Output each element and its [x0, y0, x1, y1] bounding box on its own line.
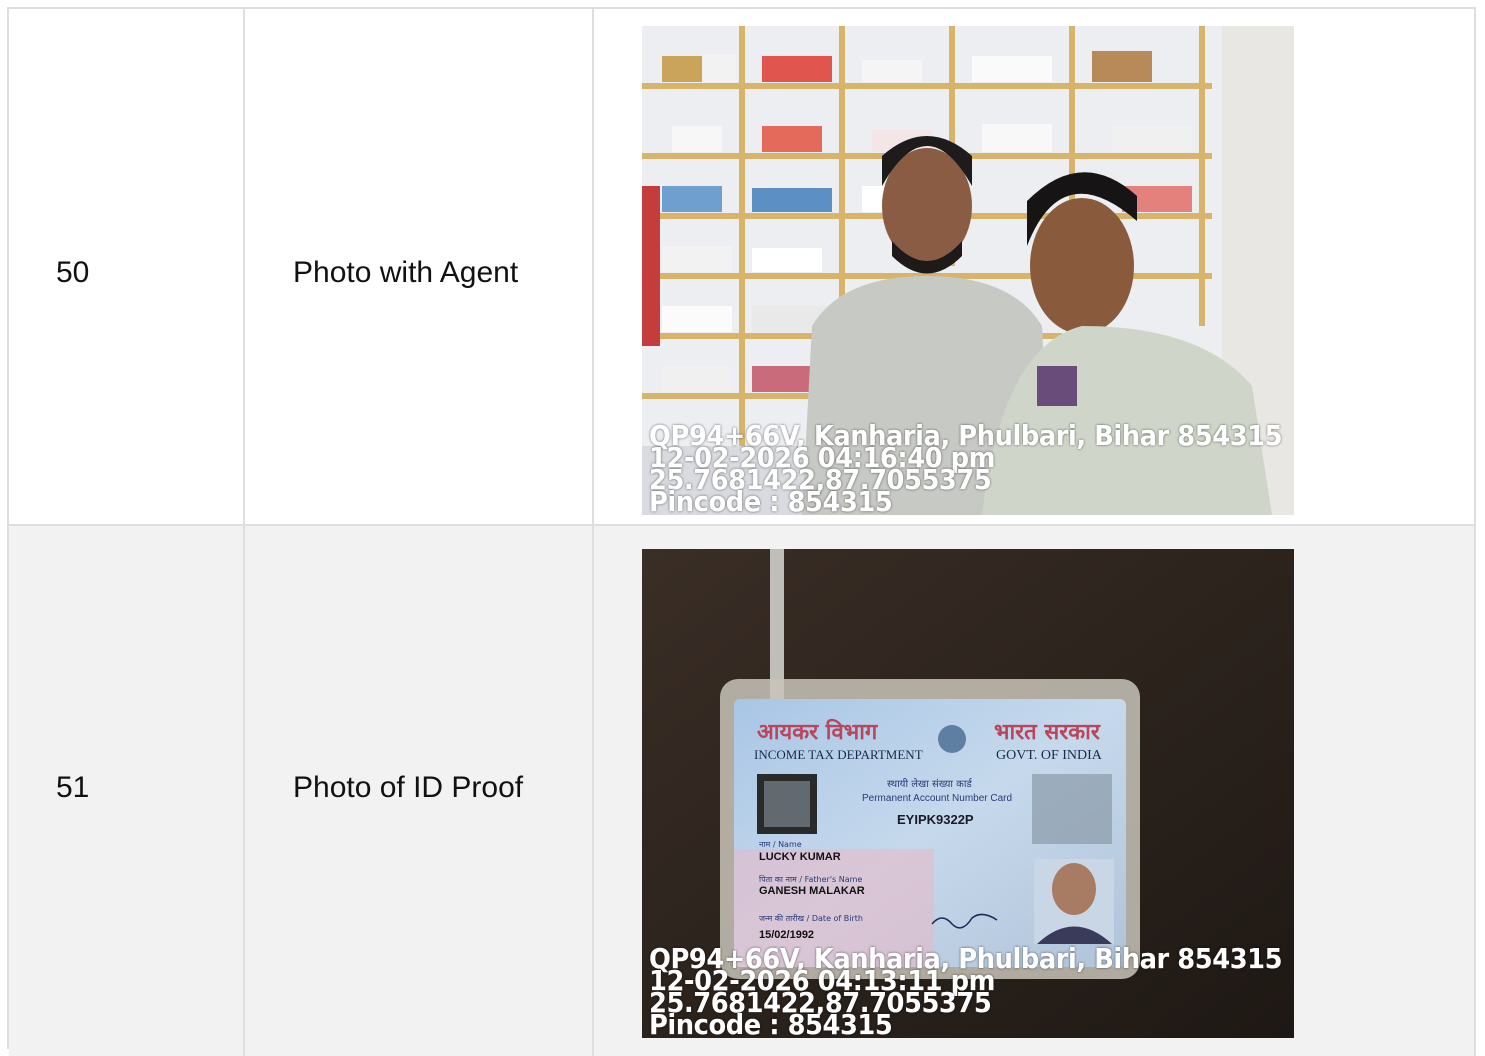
emblem-icon: [938, 725, 966, 753]
serial-number: 51: [56, 771, 90, 804]
photo-cell: आयकर विभाग INCOME TAX DEPARTMENT भारत सर…: [594, 526, 1476, 1056]
geo-stamp: QP94+66V, Kanharia, Phulbari, Bihar 8543…: [649, 945, 1294, 1039]
hologram-icon: [1032, 774, 1112, 844]
serial-cell: 51: [9, 526, 245, 1056]
card-dept-hindi: आयकर विभाग: [757, 718, 879, 745]
photo-label: Photo of ID Proof: [293, 771, 524, 804]
geo-stamp: QP94+66V, Kanharia, Phulbari, Bihar 8543…: [649, 422, 1294, 516]
dob: 15/02/1992: [759, 929, 814, 941]
card-govt-hindi: भारत सरकार: [994, 719, 1101, 745]
id-proof-photo: आयकर विभाग INCOME TAX DEPARTMENT भारत सर…: [642, 549, 1294, 1038]
name-caption: नाम / Name: [759, 840, 802, 849]
pan-number: EYIPK9322P: [897, 812, 974, 827]
label-cell: Photo of ID Proof: [245, 526, 594, 1056]
dob-caption: जन्म की तारीख / Date of Birth: [759, 913, 863, 923]
records-table: 50 Photo with Agent QP94+66V, Kanharia, …: [7, 7, 1476, 1056]
father-name: GANESH MALAKAR: [759, 885, 865, 897]
serial-cell: 50: [9, 9, 245, 524]
table-row: 51 Photo of ID Proof आयकर विभाग INCOME T…: [9, 526, 1476, 1056]
geo-pincode: Pincode : 854315: [649, 1008, 893, 1039]
agent-photo: QP94+66V, Kanharia, Phulbari, Bihar 8543…: [642, 26, 1294, 515]
label-cell: Photo with Agent: [245, 9, 594, 524]
card-title-english: Permanent Account Number Card: [862, 793, 1012, 804]
serial-number: 50: [56, 256, 90, 289]
card-title-hindi: स्थायी लेखा संख्या कार्ड: [887, 778, 973, 790]
father-caption: पिता का नाम / Father's Name: [759, 874, 862, 884]
photo-label: Photo with Agent: [293, 256, 519, 289]
holder-name: LUCKY KUMAR: [759, 851, 841, 863]
card-govt-english: GOVT. OF INDIA: [996, 748, 1103, 763]
geo-pincode: Pincode : 854315: [649, 485, 893, 516]
card-dept-english: INCOME TAX DEPARTMENT: [754, 747, 923, 762]
table-row: 50 Photo with Agent QP94+66V, Kanharia, …: [9, 9, 1476, 526]
photo-cell: QP94+66V, Kanharia, Phulbari, Bihar 8543…: [594, 9, 1476, 524]
